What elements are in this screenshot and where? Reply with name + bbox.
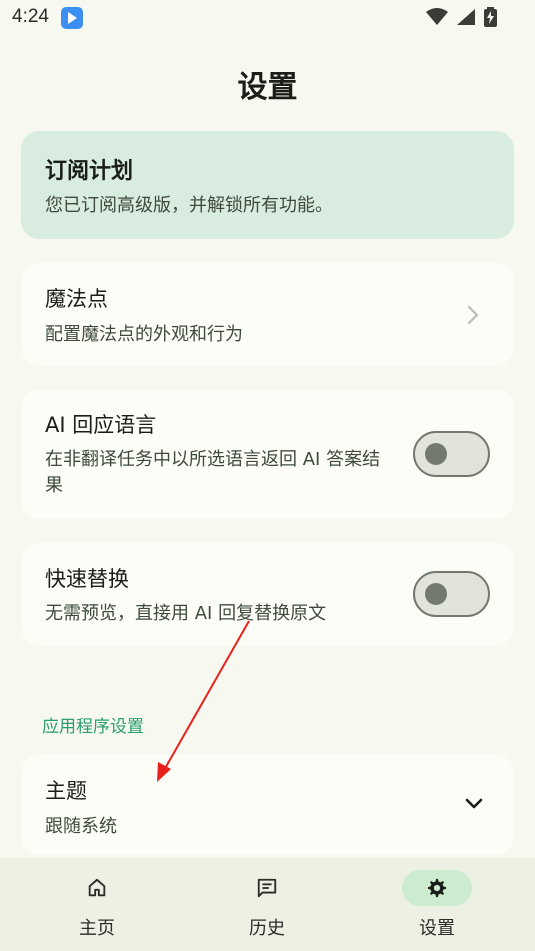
- nav-home-icon-wrap: [62, 870, 132, 906]
- toggle-knob: [425, 583, 447, 605]
- magic-dot-description: 配置魔法点的外观和行为: [45, 324, 243, 345]
- ai-language-toggle[interactable]: [413, 431, 490, 477]
- bottom-navigation: 主页 历史 设置: [0, 858, 535, 951]
- quick-replace-description: 无需预览，直接用 AI 回复替换原文: [45, 603, 327, 624]
- nav-item-history[interactable]: 历史: [197, 858, 337, 951]
- nav-history-label: 历史: [249, 918, 285, 939]
- page-title: 设置: [237, 70, 298, 105]
- nav-item-home[interactable]: 主页: [27, 858, 167, 951]
- nav-settings-label: 设置: [419, 918, 455, 939]
- wifi-icon: [426, 8, 448, 25]
- magic-dot-setting[interactable]: 魔法点 配置魔法点的外观和行为: [21, 263, 514, 365]
- nav-history-icon-wrap: [232, 870, 302, 906]
- magic-dot-title: 魔法点: [45, 287, 108, 311]
- gear-icon: [427, 878, 447, 898]
- signal-icon: [457, 9, 475, 25]
- nav-settings-icon-wrap: [402, 870, 472, 906]
- quick-replace-title: 快速替换: [45, 567, 129, 591]
- ai-language-title: AI 回应语言: [45, 413, 157, 437]
- subscription-title: 订阅计划: [45, 159, 134, 184]
- nav-home-label: 主页: [79, 918, 115, 939]
- status-time: 4:24: [12, 6, 49, 27]
- chevron-right-icon: [467, 305, 479, 325]
- settings-screen: 4:24 设置 订阅计划 您已订阅高级版，并解锁所有功能。 魔法点 配置魔法点的…: [0, 0, 535, 951]
- quick-replace-toggle[interactable]: [413, 571, 490, 617]
- toggle-knob: [425, 443, 447, 465]
- app-notification-icon: [61, 7, 83, 29]
- nav-item-settings[interactable]: 设置: [367, 858, 507, 951]
- theme-setting[interactable]: 主题 跟随系统: [21, 755, 514, 855]
- home-icon: [88, 878, 106, 897]
- chevron-down-icon[interactable]: [465, 798, 483, 810]
- ai-language-description: 在非翻译任务中以所选语言返回 AI 答案结果: [45, 449, 381, 497]
- app-settings-section-label: 应用程序设置: [42, 717, 144, 737]
- quick-replace-setting: 快速替换 无需预览，直接用 AI 回复替换原文: [21, 543, 514, 645]
- status-indicators: [426, 7, 497, 27]
- theme-value: 跟随系统: [45, 816, 117, 837]
- theme-title: 主题: [45, 779, 87, 803]
- subscription-description: 您已订阅高级版，并解锁所有功能。: [45, 195, 333, 216]
- battery-charging-icon: [484, 7, 497, 27]
- history-icon: [257, 878, 277, 898]
- ai-language-setting: AI 回应语言 在非翻译任务中以所选语言返回 AI 答案结果: [21, 389, 514, 519]
- status-bar: 4:24: [0, 0, 535, 38]
- subscription-card[interactable]: 订阅计划 您已订阅高级版，并解锁所有功能。: [21, 131, 514, 239]
